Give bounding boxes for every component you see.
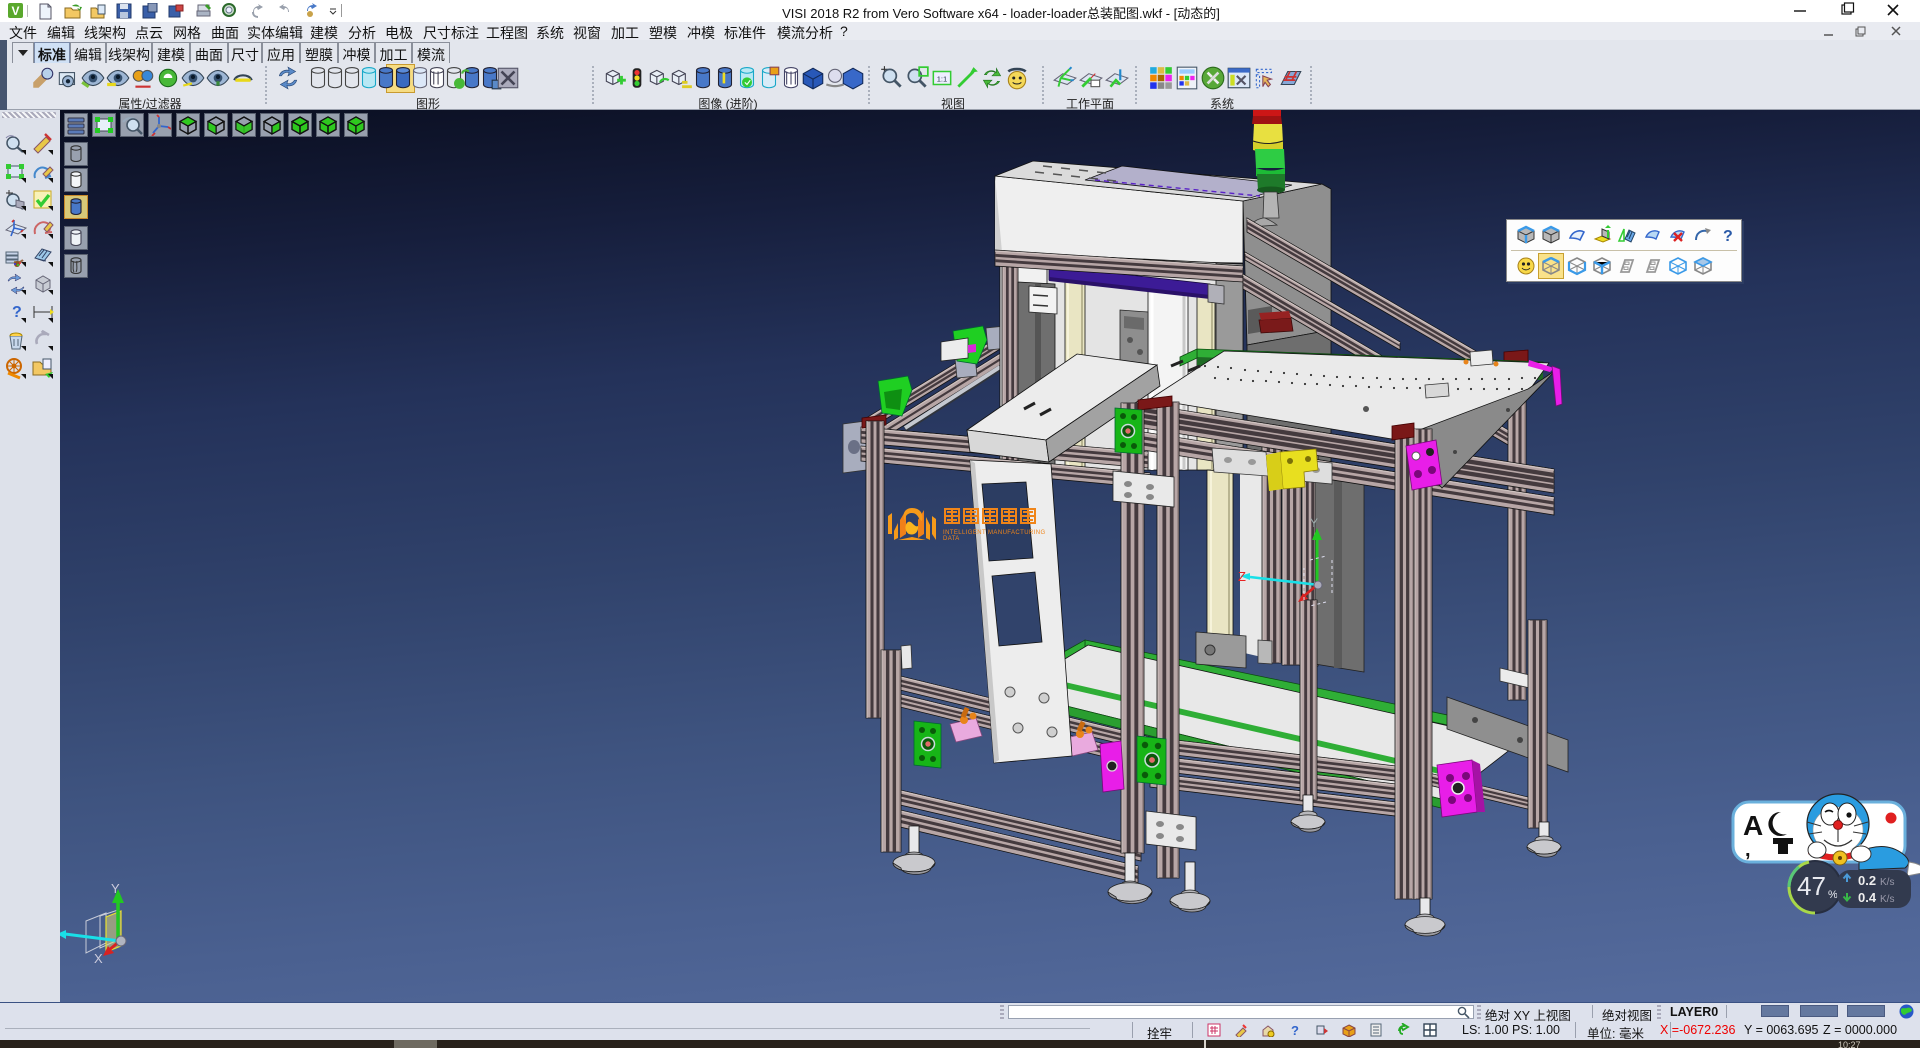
svg-text:0.2: 0.2 bbox=[1858, 873, 1876, 888]
svg-text:0.4: 0.4 bbox=[1858, 890, 1877, 905]
svg-text:1:1: 1:1 bbox=[937, 74, 948, 83]
svg-text:Y: Y bbox=[1310, 516, 1318, 530]
svg-text:X: X bbox=[94, 951, 103, 966]
svg-text:V: V bbox=[11, 4, 19, 18]
svg-text:K/s: K/s bbox=[1880, 877, 1894, 888]
svg-text:Z: Z bbox=[1238, 569, 1246, 584]
svg-text:Y: Y bbox=[111, 881, 120, 896]
svg-text:?: ? bbox=[1291, 1023, 1299, 1037]
svg-text:?: ? bbox=[12, 304, 22, 321]
svg-text:K/s: K/s bbox=[1880, 894, 1894, 905]
svg-text:47: 47 bbox=[1797, 871, 1826, 901]
svg-text:,: , bbox=[1745, 839, 1751, 861]
svg-text:?: ? bbox=[1723, 228, 1733, 245]
svg-text:%: % bbox=[1828, 889, 1838, 901]
svg-text:A: A bbox=[1743, 810, 1763, 841]
